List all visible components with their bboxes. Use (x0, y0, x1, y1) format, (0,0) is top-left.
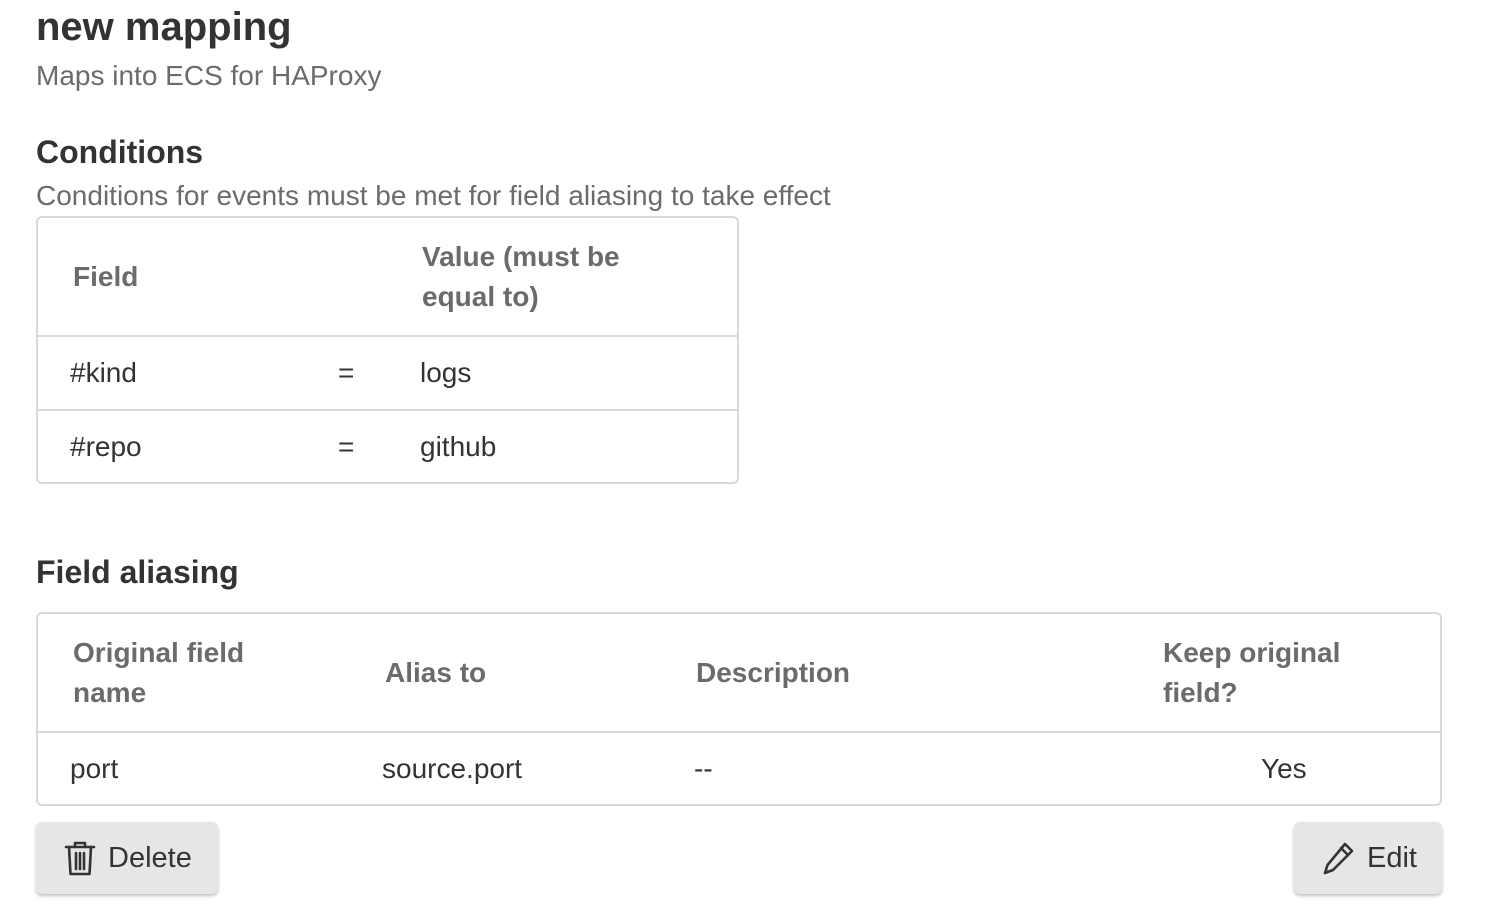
column-header-field: Field (73, 261, 139, 292)
column-header-original-line1: Original field (73, 637, 245, 668)
field-aliasing-table: Original field name Alias to Description… (36, 612, 1442, 806)
page-subtitle: Maps into ECS for HAProxy (36, 60, 382, 91)
conditions-table: Field Value (must be equal to) #kind = l… (36, 216, 739, 484)
delete-button[interactable]: Delete (36, 822, 218, 894)
column-header-value-line2: equal to) (422, 281, 539, 312)
conditions-heading: Conditions (36, 134, 204, 170)
conditions-description: Conditions for events must be met for fi… (36, 180, 831, 211)
table-row: #kind = logs (38, 335, 737, 409)
aliasing-table-header: Original field name Alias to Description… (38, 614, 1440, 732)
table-row: port source.port -- Yes (38, 731, 1440, 804)
column-header-value-line1: Value (must be (422, 241, 620, 272)
column-header-alias: Alias to (385, 657, 487, 688)
column-header-description: Description (696, 657, 851, 688)
column-header-original-line2: name (73, 677, 147, 708)
table-row: #repo = github (38, 409, 737, 482)
alias-description: -- (694, 753, 713, 784)
column-header-keep-line1: Keep original (1163, 637, 1341, 668)
condition-operator: = (338, 431, 355, 462)
condition-value: github (420, 431, 497, 462)
condition-value: logs (420, 357, 472, 388)
pencil-icon (1323, 840, 1355, 876)
condition-operator: = (338, 357, 355, 388)
mapping-detail-page: new mapping Maps into ECS for HAProxy Co… (0, 0, 1488, 924)
alias-keep-original: Yes (1261, 753, 1307, 784)
field-aliasing-heading: Field aliasing (36, 554, 239, 590)
alias-original-field: port (70, 753, 119, 784)
alias-target-field: source.port (382, 753, 523, 784)
conditions-table-header: Field Value (must be equal to) (38, 218, 737, 336)
trash-icon (64, 840, 96, 876)
column-header-keep-line2: field? (1163, 677, 1238, 708)
delete-button-label: Delete (108, 842, 192, 874)
condition-field: #kind (70, 357, 137, 388)
condition-field: #repo (70, 431, 142, 462)
edit-button-label: Edit (1367, 842, 1417, 874)
page-title: new mapping (36, 5, 292, 49)
edit-button[interactable]: Edit (1294, 822, 1442, 894)
